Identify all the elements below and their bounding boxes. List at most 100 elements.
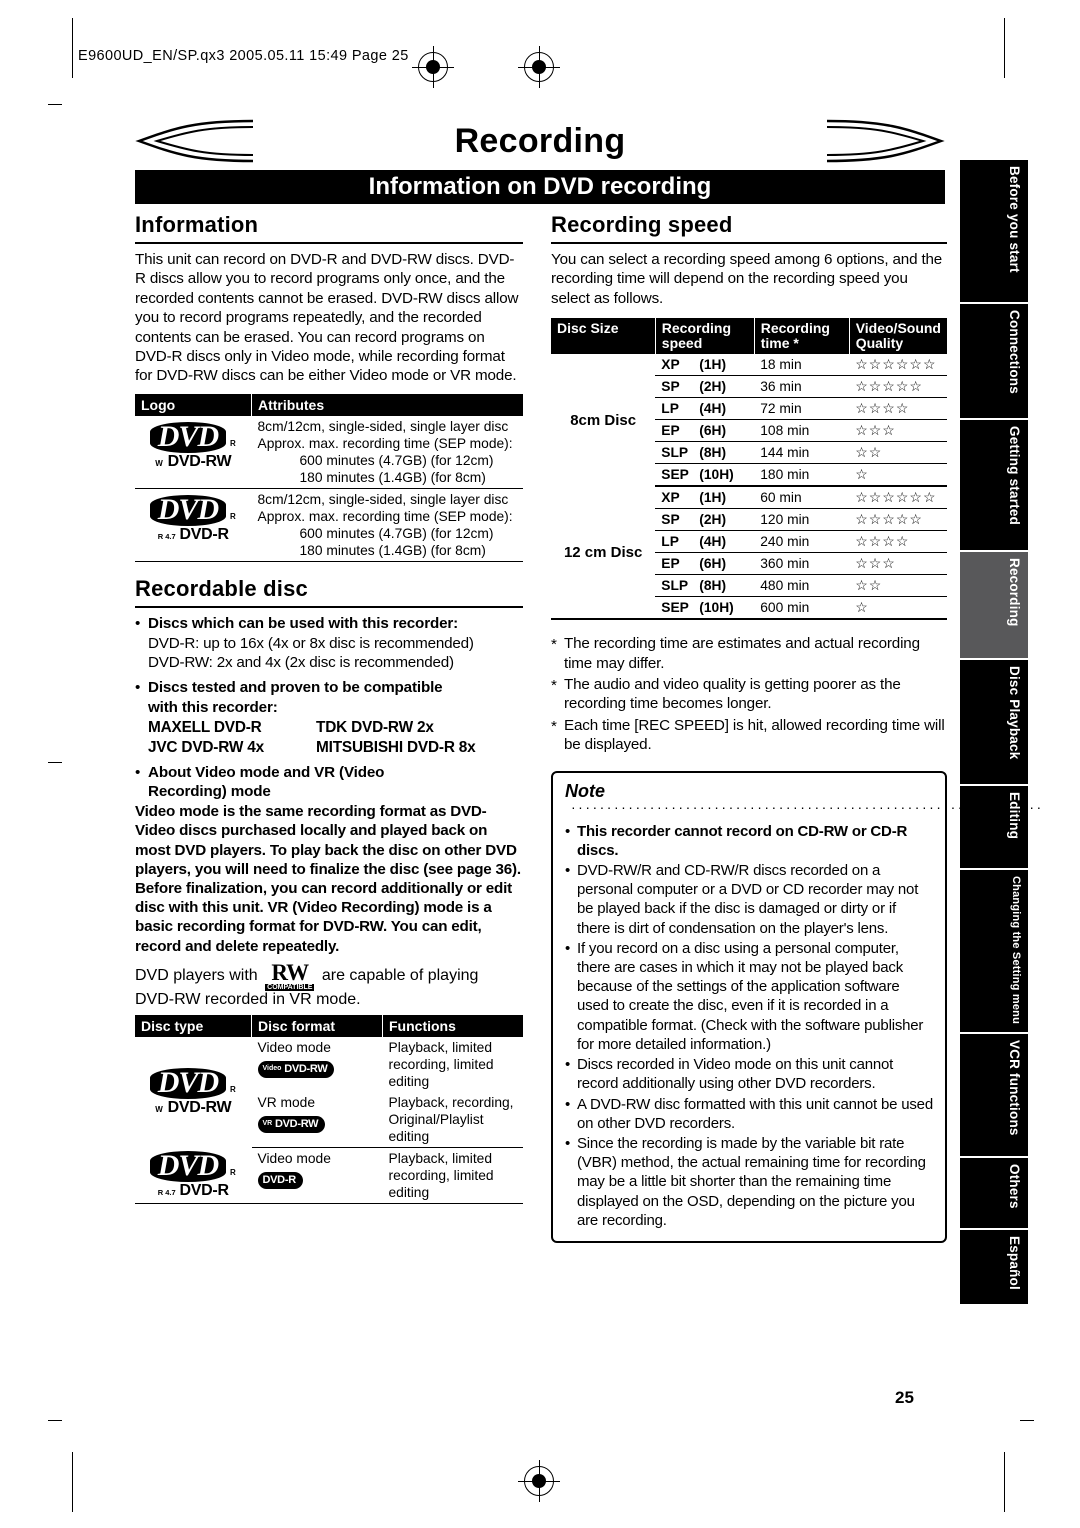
recording-time-cell: 108 min: [754, 419, 850, 443]
quality-stars-cell: ☆☆☆☆☆: [849, 508, 947, 532]
recording-speed-footnotes: The recording time are estimates and act…: [551, 634, 947, 754]
list-item: A DVD-RW disc formatted with this unit c…: [565, 1095, 933, 1133]
column-header-disc-type: Disc type: [135, 1014, 252, 1037]
quality-stars-cell: ☆: [849, 463, 947, 488]
crop-mark-bottom-right: [1004, 1452, 1005, 1512]
chapter-tab-espa-ol[interactable]: Español: [960, 1230, 1028, 1304]
disc-size-cell: 12 cm Disc: [551, 486, 656, 621]
column-header-disc-format: Disc format: [251, 1014, 383, 1037]
quality-stars-cell: ☆☆: [849, 441, 947, 465]
video-vr-bullet-list: About Video mode and VR (Video Recording…: [135, 763, 523, 801]
chapter-tab-disc-playback[interactable]: Disc Playback: [960, 660, 1028, 784]
disc-format-cell: VR mode VR DVD-RW: [251, 1091, 383, 1148]
chapter-tab-label: Recording: [1007, 558, 1022, 627]
crop-mark-top-right: [1004, 18, 1005, 78]
recording-speed-cell: SEP (10H): [655, 463, 755, 488]
recording-speed-cell: SP (2H): [655, 508, 755, 532]
quality-stars-cell: ☆☆☆☆: [849, 397, 947, 421]
manual-page: E9600UD_EN/SP.qx3 2005.05.11 15:49 Page …: [0, 0, 1080, 1528]
table-row: DVD R R 4.7 DVD-R 8cm/12cm, single-sided…: [135, 488, 523, 562]
functions-cell: Playback, recording, Original/Playlist e…: [382, 1091, 523, 1148]
recording-time-cell: 120 min: [754, 508, 850, 532]
dvd-rw-vr-badge-icon: VR DVD-RW: [257, 1115, 326, 1133]
list-item: Discs which can be used with this record…: [135, 614, 523, 633]
section-heading-bar: Information on DVD recording: [135, 170, 945, 204]
left-column: Information This unit can record on DVD-…: [135, 212, 523, 1204]
trim-mark-left-upper: [48, 104, 62, 105]
page-title: Recording: [454, 122, 626, 160]
heading-recordable-disc: Recordable disc: [135, 576, 523, 608]
heading-information: Information: [135, 212, 523, 244]
table-row: DVD R R 4.7 DVD-R Video mode DVD-R Playb…: [135, 1147, 523, 1204]
dvd-rw-logo-icon: DVD R W DVD-RW: [147, 421, 239, 470]
list-item: Since the recording is made by the varia…: [565, 1134, 933, 1230]
trim-mark-right-lower: [1020, 1420, 1034, 1421]
recording-speed-cell: LP (4H): [655, 530, 755, 554]
column-header-quality: Video/Sound Quality: [849, 318, 947, 355]
recording-time-cell: 144 min: [754, 441, 850, 465]
chapter-tab-editing[interactable]: Editing: [960, 786, 1028, 868]
trim-mark-left-lower: [48, 1420, 62, 1421]
chapter-tab-label: Getting started: [1007, 426, 1022, 526]
logo-attributes-table: Logo Attributes DVD R W DVD-RW 8cm/12cm,…: [135, 393, 523, 562]
recordable-dvdrw-speeds: DVD-RW: 2x and 4x (2x disc is recommende…: [148, 654, 454, 672]
column-header-logo: Logo: [135, 393, 252, 416]
brand-row: JVC DVD-RW 4x MITSUBISHI DVD-R 8x: [148, 738, 476, 756]
crop-mark-bottom-left: [72, 1452, 73, 1512]
chapter-tab-label: Changing the Setting menu: [1010, 876, 1022, 1024]
recordable-bullet-list: Discs which can be used with this record…: [135, 614, 523, 633]
chapter-tab-connections[interactable]: Connections: [960, 304, 1028, 418]
chapter-tab-recording[interactable]: Recording: [960, 552, 1028, 658]
list-item: This recorder cannot record on CD-RW or …: [565, 822, 933, 860]
quality-stars-cell: ☆☆☆☆☆: [849, 375, 947, 399]
chapter-tab-getting-started[interactable]: Getting started: [960, 420, 1028, 550]
file-slug: E9600UD_EN/SP.qx3 2005.05.11 15:49 Page …: [78, 48, 409, 64]
crop-mark-top-left: [72, 18, 73, 78]
chapter-tab-vcr-functions[interactable]: VCR functions: [960, 1034, 1028, 1156]
registration-mark-upper-right: [412, 46, 454, 88]
recording-speed-cell: XP (1H): [655, 354, 755, 377]
recording-time-cell: 480 min: [754, 574, 850, 598]
chapter-tab-before-you-start[interactable]: Before you start: [960, 160, 1028, 302]
footnote: The recording time are estimates and act…: [551, 634, 947, 673]
rw-compatible-logo-icon: RW COMPATIBLE: [265, 959, 315, 991]
compatible-bullet-list: Discs tested and proven to be compatible…: [135, 678, 523, 716]
functions-cell: Playback, limited recording, limited edi…: [382, 1147, 523, 1204]
chapter-tab-others[interactable]: Others: [960, 1158, 1028, 1228]
recording-speed-body: You can select a recording speed among 6…: [551, 251, 943, 307]
recording-time-cell: 240 min: [754, 530, 850, 554]
page-number: 25: [895, 1388, 914, 1407]
chapter-tab-label: Others: [1007, 1164, 1022, 1209]
list-item: DVD-RW/R and CD-RW/R discs recorded on a…: [565, 861, 933, 938]
recording-speed-cell: SP (2H): [655, 375, 755, 399]
recording-speed-cell: XP (1H): [655, 486, 755, 510]
recording-time-cell: 360 min: [754, 552, 850, 576]
chapter-tab-label: VCR functions: [1007, 1040, 1022, 1136]
dvd-rw-logo-cell: DVD R W DVD-RW: [135, 415, 252, 489]
registration-mark-top: [518, 46, 560, 88]
disc-type-table: Disc type Disc format Functions DVD R W …: [135, 1014, 523, 1204]
chapter-tab-label: Disc Playback: [1007, 666, 1022, 760]
disc-format-cell: Video mode DVD-R: [251, 1147, 383, 1204]
disc-format-cell: Video mode Video DVD-RW: [252, 1037, 383, 1092]
chapter-tab-strip: Before you start Connections Getting start…: [960, 160, 1028, 1306]
disc-size-cell: 8cm Disc: [570, 411, 637, 429]
column-header-recording-speed: Recording speed: [655, 318, 755, 355]
brand-row: MAXELL DVD-R TDK DVD-RW 2x: [148, 718, 434, 736]
dvd-rw-video-badge-icon: Video DVD-RW: [257, 1060, 335, 1078]
recording-speed-cell: EP (6H): [655, 419, 755, 443]
quality-stars-cell: ☆☆☆: [849, 419, 947, 443]
recording-speed-table: Disc Size Recording speed Recording time…: [551, 318, 947, 621]
trim-mark-left-mid: [48, 762, 62, 763]
dvd-r-logo-icon: DVD R R 4.7 DVD-R: [147, 1151, 239, 1199]
recording-time-cell: 18 min: [754, 354, 850, 377]
quality-stars-cell: ☆☆☆☆☆☆: [849, 486, 947, 510]
recording-speed-cell: SEP (10H): [655, 596, 755, 621]
dvd-r-logo-cell: DVD R R 4.7 DVD-R: [135, 488, 252, 562]
dvd-r-logo-icon: DVD R R 4.7 DVD-R: [147, 494, 239, 543]
chapter-tab-changing-the-setting-menu[interactable]: Changing the Setting menu: [960, 870, 1028, 1032]
heading-recording-speed: Recording speed: [551, 212, 947, 244]
column-header-disc-size: Disc Size: [551, 318, 656, 355]
recording-time-cell: 60 min: [754, 486, 850, 510]
chapter-tab-label: Español: [1007, 1236, 1022, 1290]
